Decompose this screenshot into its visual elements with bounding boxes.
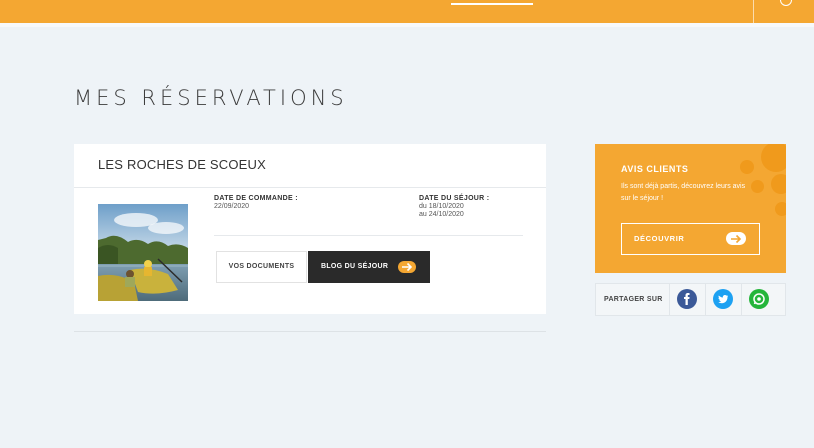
kayak-lake-photo: [98, 204, 188, 301]
documents-button[interactable]: VOS DOCUMENTS: [216, 251, 307, 283]
reservation-title: LES ROCHES DE SCOEUX: [98, 157, 266, 172]
decorative-circle: [775, 202, 786, 216]
discover-button[interactable]: DÉCOUVRIR: [621, 223, 760, 255]
share-bar: PARTAGER SUR: [595, 283, 786, 316]
user-icon[interactable]: [780, 0, 792, 6]
active-nav-indicator: [451, 3, 533, 5]
blog-button[interactable]: BLOG DU SÉJOUR: [308, 251, 430, 283]
header-shadow: [0, 23, 814, 27]
share-label: PARTAGER SUR: [604, 296, 663, 303]
decorative-circle: [761, 144, 786, 172]
card-divider: [74, 187, 546, 188]
reviews-title: AVIS CLIENTS: [621, 164, 689, 174]
share-facebook-button[interactable]: [669, 284, 705, 315]
share-twitter-button[interactable]: [705, 284, 741, 315]
stay-date-to: au 24/10/2020: [419, 211, 464, 218]
whatsapp-icon: [749, 289, 769, 309]
decorative-circle: [740, 160, 754, 174]
stay-date-label: DATE DU SÉJOUR :: [419, 195, 490, 202]
reviews-text: Ils sont déjà partis, découvrez leurs av…: [621, 183, 746, 202]
order-date-label: DATE DE COMMANDE :: [214, 195, 298, 202]
decorative-circle: [751, 180, 764, 193]
arrow-right-icon: [726, 232, 746, 245]
decorative-circle: [771, 174, 786, 194]
order-date-value: 22/09/2020: [214, 203, 250, 210]
discover-button-label: DÉCOUVRIR: [634, 234, 685, 243]
twitter-icon: [713, 289, 733, 309]
nav-separator: [753, 0, 754, 23]
blog-button-label: BLOG DU SÉJOUR: [321, 263, 389, 270]
facebook-icon: [677, 289, 697, 309]
top-navigation-bar: [0, 0, 814, 23]
section-divider: [74, 331, 546, 332]
share-whatsapp-button[interactable]: [741, 284, 777, 315]
reservation-card: LES ROCHES DE SCOEUX DATE DE COMMANDE: …: [74, 144, 546, 314]
stay-date-from: du 18/10/2020: [419, 203, 464, 210]
meta-divider: [214, 235, 523, 236]
page-title: MES RÉSERVATIONS: [74, 86, 348, 110]
arrow-right-icon: [398, 261, 416, 273]
customer-reviews-panel: AVIS CLIENTS Ils sont déjà partis, décou…: [595, 144, 786, 273]
